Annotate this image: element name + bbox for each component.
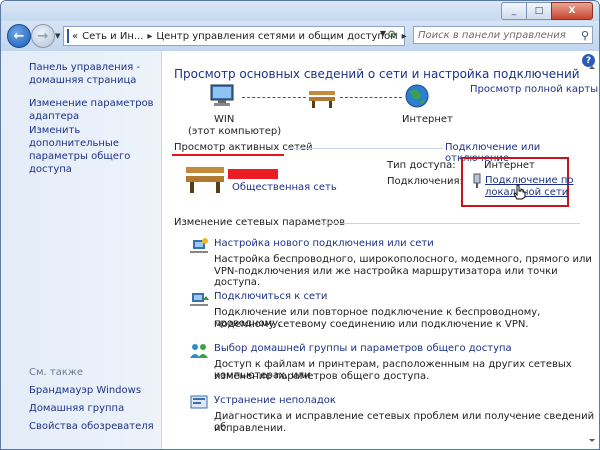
task-title-new-connection[interactable]: Настройка нового подключения или сети bbox=[214, 238, 434, 249]
window-controls: _ □ X bbox=[501, 2, 593, 20]
divider bbox=[287, 148, 443, 149]
task-desc: исправлении. bbox=[214, 423, 287, 434]
close-button[interactable]: X bbox=[551, 2, 593, 20]
sidebar-item-homegroup[interactable]: Домашняя группа bbox=[29, 402, 124, 415]
homegroup-icon bbox=[190, 344, 208, 358]
task-desc: изменение параметров общего доступа. bbox=[214, 371, 430, 382]
task-title-homegroup[interactable]: Выбор домашней группы и параметров общег… bbox=[214, 343, 512, 354]
search-placeholder: Поиск в панели управления bbox=[418, 29, 566, 41]
chevron-icon: « bbox=[72, 30, 79, 42]
see-also-title: См. также bbox=[29, 367, 84, 378]
divider bbox=[318, 223, 580, 224]
full-map-link[interactable]: Просмотр полной карты bbox=[470, 84, 598, 95]
navigation-bar: ← → ▼ « Сеть и Ин... ▸ Центр управления … bbox=[1, 21, 599, 51]
ethernet-icon bbox=[473, 173, 481, 188]
page-title: Просмотр основных сведений о сети и наст… bbox=[174, 67, 580, 81]
window: _ □ X ← → ▼ « Сеть и Ин... ▸ Центр управ… bbox=[0, 0, 600, 450]
control-panel-icon bbox=[67, 29, 69, 43]
scrollbar[interactable] bbox=[587, 65, 597, 445]
internet-label: Интернет bbox=[402, 114, 453, 125]
redacted-network-name bbox=[228, 169, 278, 179]
history-dropdown[interactable]: ▼ bbox=[55, 32, 60, 40]
connector-line bbox=[242, 97, 306, 98]
task-desc: VPN-подключения или же настройка маршрут… bbox=[214, 266, 558, 288]
title-bar: _ □ X bbox=[1, 1, 599, 21]
sidebar-item-internet-options[interactable]: Свойства обозревателя bbox=[29, 420, 154, 433]
connection-link-line-1[interactable]: Подключение по bbox=[485, 175, 574, 186]
sidebar-item-sharing[interactable]: Изменить дополнительные параметры общего… bbox=[29, 124, 157, 176]
breadcrumb-separator-icon: ▸ bbox=[147, 30, 153, 42]
search-input[interactable]: Поиск в панели управления ⚲ bbox=[413, 26, 593, 44]
task-title-troubleshoot[interactable]: Устранение неполадок bbox=[214, 395, 336, 406]
connector-line bbox=[340, 97, 402, 98]
arrow-left-icon: ← bbox=[13, 28, 25, 44]
sidebar: Панель управления - домашняя страница Из… bbox=[1, 51, 162, 449]
hand-cursor-icon bbox=[513, 184, 526, 200]
task-desc: модемному сетевому соединению или подклю… bbox=[214, 319, 529, 330]
breadcrumb-network[interactable]: Сеть и Ин... bbox=[82, 31, 143, 42]
network-type-link[interactable]: Общественная сеть bbox=[232, 182, 337, 193]
breadcrumb-network-center[interactable]: Центр управления сетями и общим доступом bbox=[156, 31, 397, 42]
computer-subtitle: (этот компьютер) bbox=[188, 126, 282, 137]
minimize-button[interactable]: _ bbox=[501, 2, 527, 20]
task-desc: Настройка беспроводного, широкополосного… bbox=[214, 254, 592, 265]
computer-name: WIN bbox=[214, 114, 235, 125]
connect-network-icon bbox=[190, 293, 209, 306]
globe-icon bbox=[405, 84, 429, 108]
new-connection-icon bbox=[190, 238, 208, 253]
maximize-button[interactable]: □ bbox=[526, 2, 552, 20]
access-type-label: Тип доступа: bbox=[387, 160, 456, 171]
forward-button[interactable]: → bbox=[31, 24, 55, 48]
sidebar-item-home[interactable]: Панель управления - домашняя страница bbox=[29, 61, 157, 87]
arrow-right-icon: → bbox=[37, 28, 49, 44]
sidebar-item-adapter[interactable]: Изменение параметров адаптера bbox=[29, 97, 157, 123]
breadcrumb-separator-icon: ▸ bbox=[401, 30, 407, 42]
bench-icon bbox=[309, 91, 335, 108]
search-icon[interactable]: ⚲ bbox=[581, 29, 589, 42]
address-bar[interactable]: « Сеть и Ин... ▸ Центр управления сетями… bbox=[63, 26, 407, 46]
refresh-icon[interactable]: ⟳ bbox=[388, 28, 402, 41]
highlight-underline bbox=[172, 154, 284, 156]
connections-label: Подключения: bbox=[387, 176, 463, 187]
task-title-connect[interactable]: Подключиться к сети bbox=[214, 291, 327, 302]
connection-link-line-2[interactable]: локальной сети bbox=[485, 187, 568, 198]
back-button[interactable]: ← bbox=[7, 24, 31, 48]
address-dropdown-icon[interactable]: ▼ bbox=[380, 29, 386, 38]
bench-icon bbox=[186, 167, 224, 193]
computer-icon bbox=[210, 84, 234, 106]
main-panel: ? Просмотр основных сведений о сети и на… bbox=[162, 51, 599, 449]
sidebar-item-firewall[interactable]: Брандмауэр Windows bbox=[29, 384, 141, 397]
troubleshoot-icon bbox=[190, 395, 208, 409]
